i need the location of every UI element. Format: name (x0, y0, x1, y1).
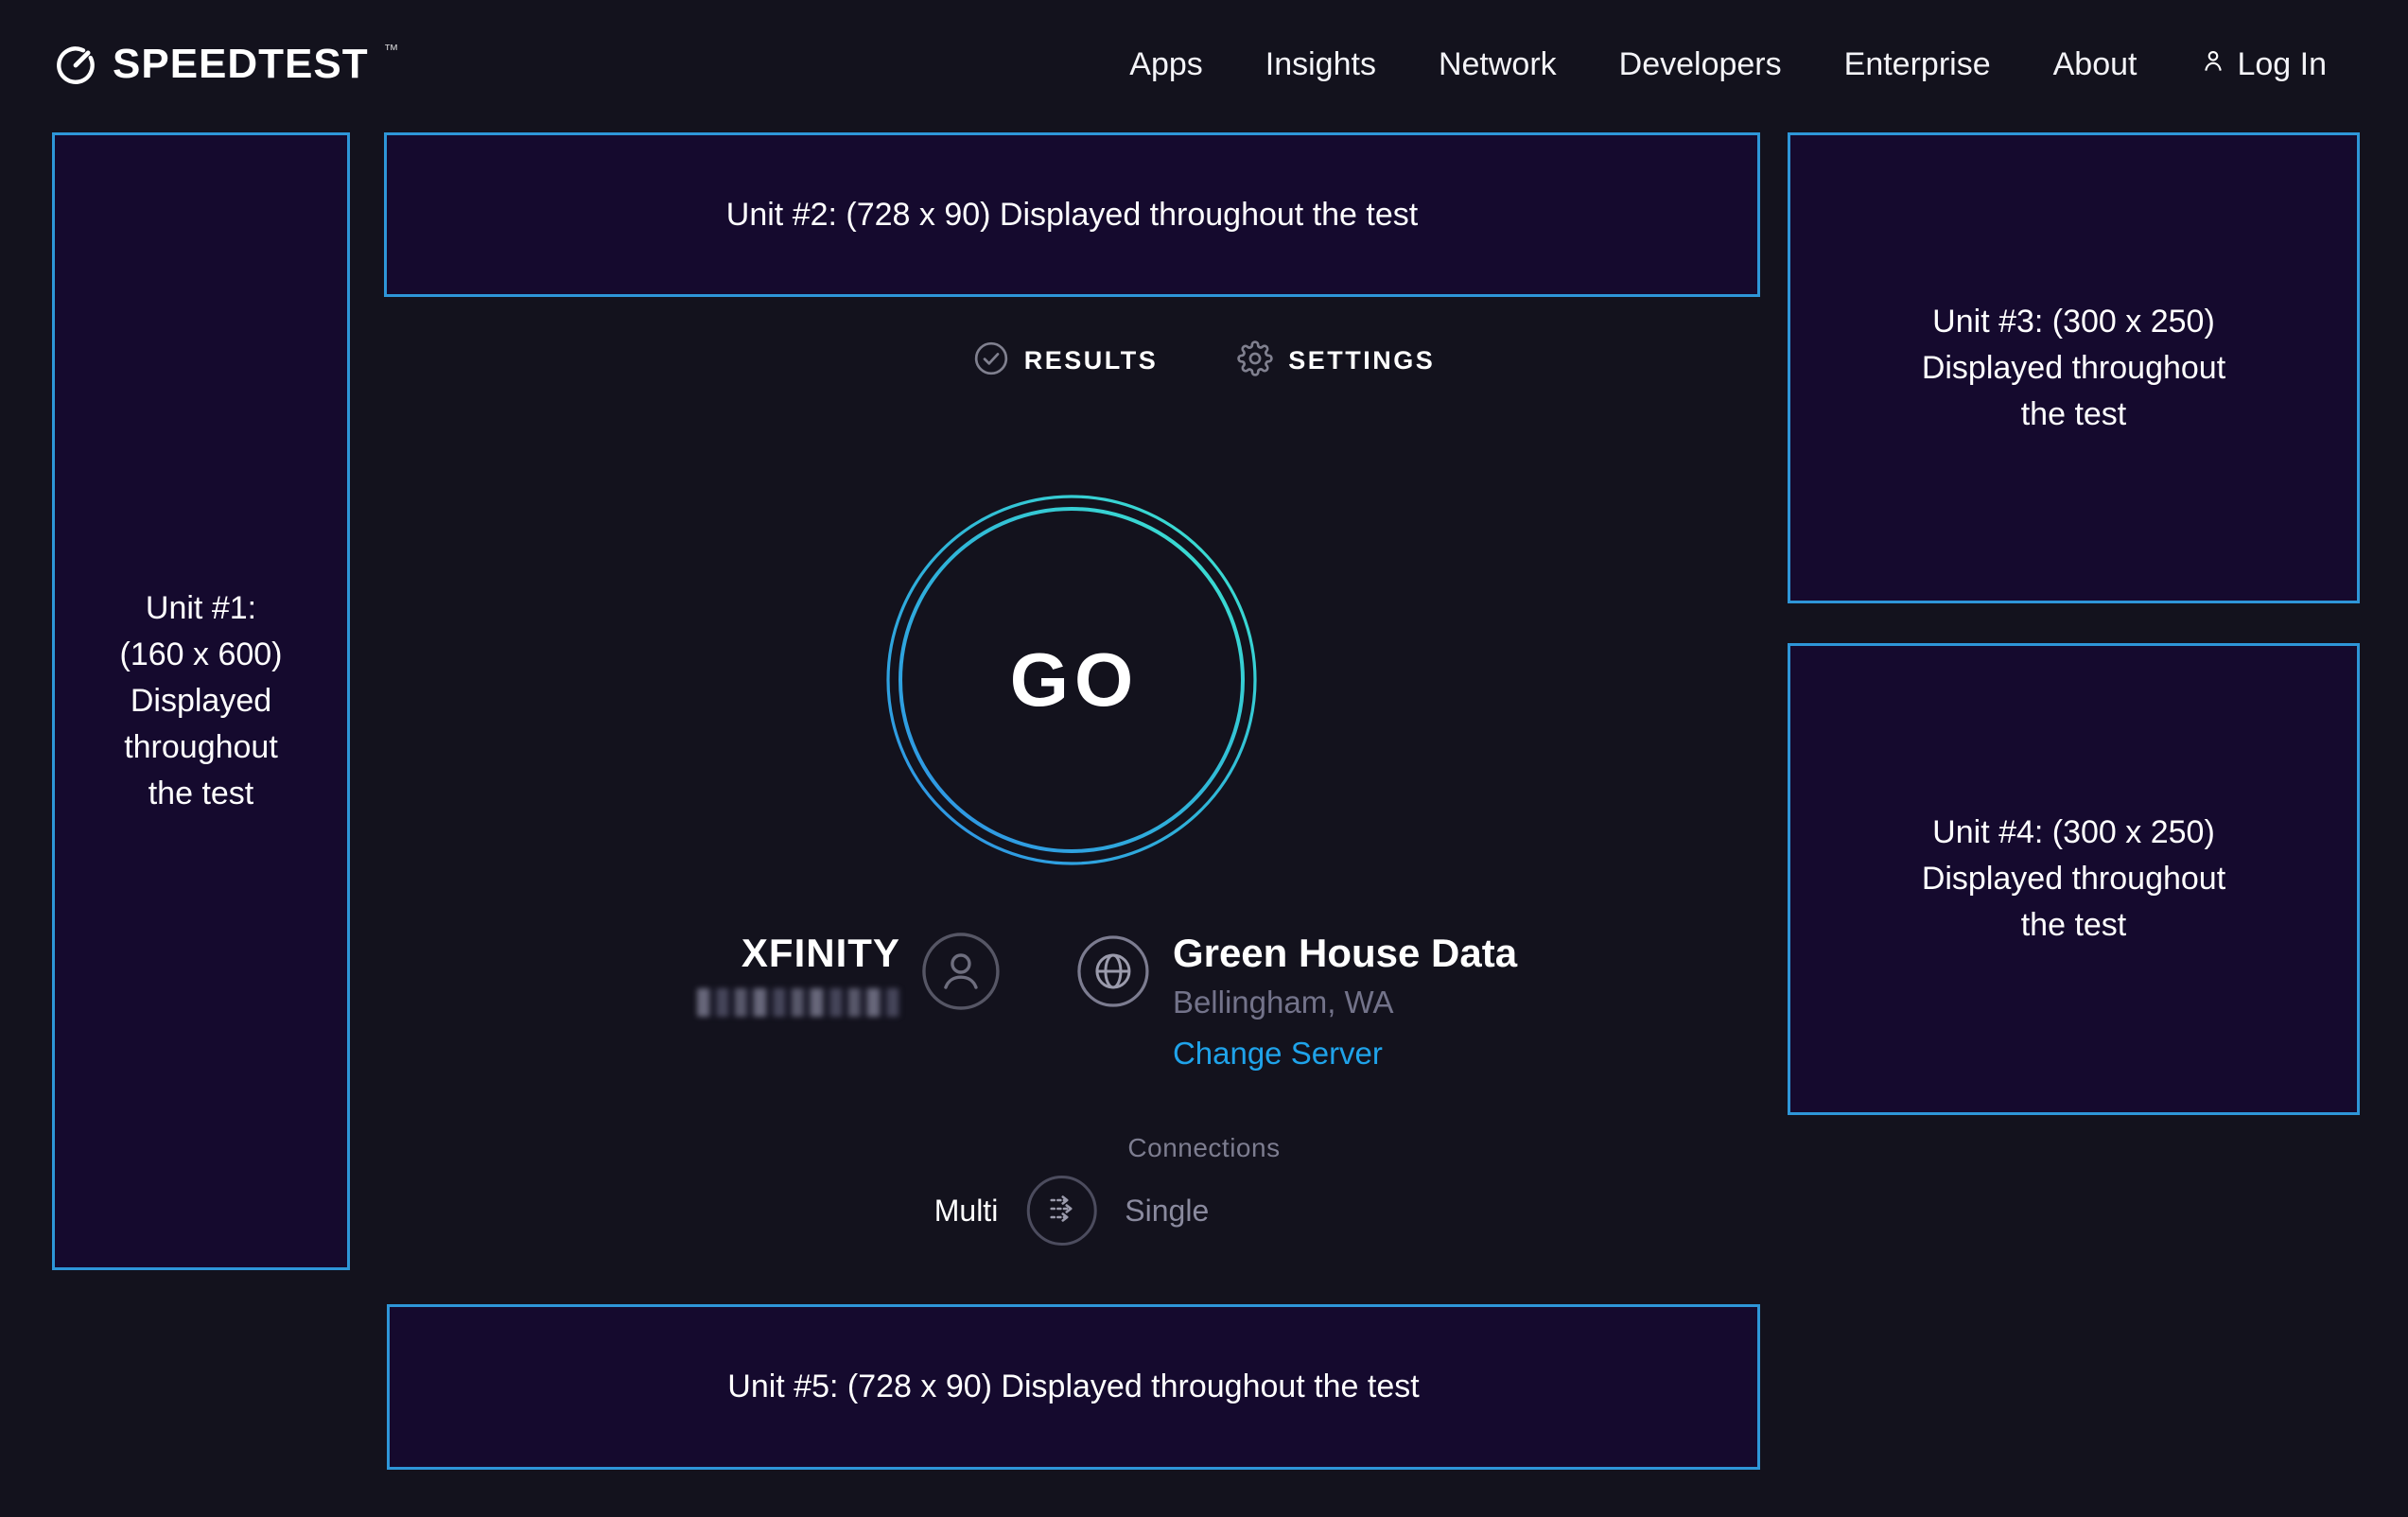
isp-detail-redacted (697, 988, 900, 1017)
nav-item-insights[interactable]: Insights (1265, 46, 1376, 83)
globe-circle-icon (1076, 934, 1150, 1013)
tab-results-label: RESULTS (1024, 346, 1159, 375)
top-nav: SPEEDTEST ™ Apps Insights Network Develo… (0, 0, 2408, 129)
brand-trademark: ™ (384, 43, 399, 60)
ad-unit-4-text: Unit #4: (300 x 250) Displayed throughou… (1922, 810, 2225, 949)
brand-logo[interactable]: SPEEDTEST ™ (52, 41, 397, 88)
tab-settings[interactable]: SETTINGS (1237, 340, 1435, 381)
nav-item-developers[interactable]: Developers (1619, 46, 1782, 83)
person-icon (2199, 46, 2227, 83)
gear-icon (1237, 340, 1273, 381)
connections-option-single[interactable]: Single (1125, 1194, 1209, 1229)
triple-dashed-arrows-icon (1040, 1188, 1082, 1234)
tab-results[interactable]: RESULTS (973, 340, 1159, 381)
ad-unit-1: Unit #1: (160 x 600) Displayed throughou… (52, 132, 350, 1270)
change-server-link[interactable]: Change Server (1173, 1036, 1517, 1072)
nav-item-about[interactable]: About (2053, 46, 2138, 83)
host-server-row: XFINITY Green House Data Bellingham, WA … (626, 932, 1517, 1072)
connections-option-multi[interactable]: Multi (934, 1194, 999, 1229)
check-circle-icon (973, 340, 1009, 381)
isp-block: XFINITY (626, 932, 900, 1017)
server-location: Bellingham, WA (1173, 985, 1517, 1020)
ad-unit-2-text: Unit #2: (728 x 90) Displayed throughout… (726, 192, 1418, 238)
nav-item-enterprise[interactable]: Enterprise (1844, 46, 1991, 83)
ad-unit-4: Unit #4: (300 x 250) Displayed throughou… (1788, 643, 2360, 1115)
brand-name: SPEEDTEST (113, 41, 369, 88)
tab-bar: RESULTS SETTINGS (0, 340, 2408, 381)
ad-unit-5: Unit #5: (728 x 90) Displayed throughout… (387, 1304, 1760, 1470)
server-name: Green House Data (1173, 932, 1517, 975)
connections-toggle-row: Multi Single (934, 1176, 1210, 1246)
nav-item-apps[interactable]: Apps (1129, 46, 1203, 83)
go-button[interactable]: GO (882, 491, 1261, 869)
main-nav: Apps Insights Network Developers Enterpr… (1129, 46, 2327, 83)
ad-unit-2: Unit #2: (728 x 90) Displayed throughout… (384, 132, 1760, 297)
server-block: Green House Data Bellingham, WA Change S… (1173, 932, 1517, 1072)
nav-login-label: Log In (2237, 46, 2327, 83)
speedtest-gauge-icon (52, 41, 99, 88)
tab-settings-label: SETTINGS (1288, 346, 1435, 375)
isp-name: XFINITY (626, 932, 900, 975)
connections-toggle-button[interactable] (1026, 1176, 1096, 1246)
ad-unit-5-text: Unit #5: (728 x 90) Displayed throughout… (727, 1364, 1419, 1410)
person-circle-icon (921, 932, 1001, 1016)
connections-label: Connections (0, 1133, 2408, 1163)
nav-login[interactable]: Log In (2199, 46, 2327, 83)
go-button-label: GO (882, 491, 1261, 869)
ad-unit-1-text: Unit #1: (160 x 600) Displayed throughou… (120, 585, 283, 817)
nav-item-network[interactable]: Network (1439, 46, 1557, 83)
